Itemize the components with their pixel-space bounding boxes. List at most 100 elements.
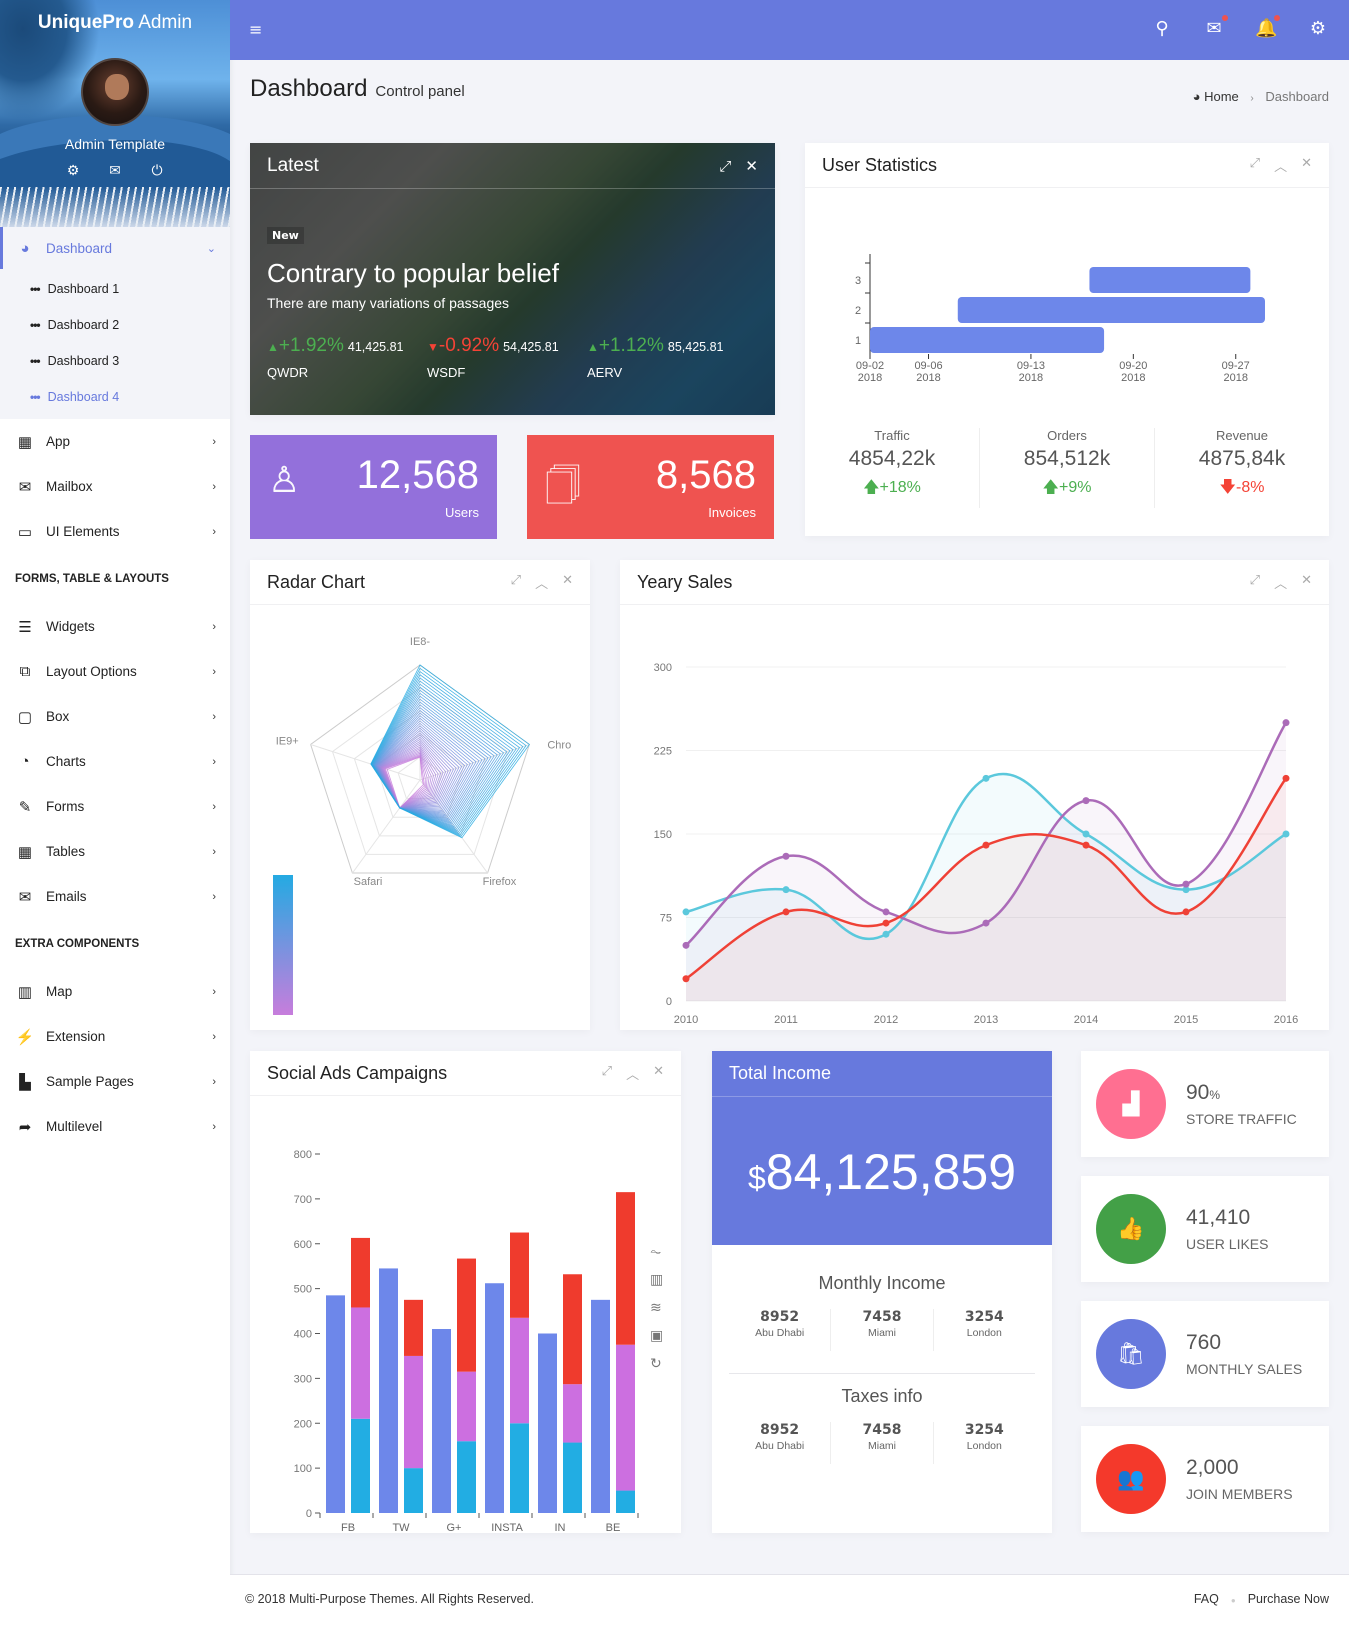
bell-icon[interactable]: 🔔	[1255, 15, 1280, 39]
sidebar-item-ui-elements[interactable]: ▭ UI Elements ›	[0, 509, 230, 554]
page-title: Dashboard	[250, 75, 368, 102]
avatar[interactable]	[81, 58, 149, 126]
separator-dot: ●	[1230, 1596, 1236, 1605]
yearly-sales-card: Yeary Sales ⤢ ︿ ✕ 0 75 150 225 300 2010 2011 20…	[620, 560, 1329, 1030]
sidebar-item-extension[interactable]: ⚡ Extension ›	[0, 1014, 230, 1059]
faq-link[interactable]: FAQ	[1194, 1592, 1219, 1606]
x-tick-label: 09-13 2018	[1017, 360, 1045, 384]
fullscreen-icon[interactable]: ⤢	[602, 1064, 612, 1083]
x-tick-label: 2015	[1174, 1014, 1198, 1026]
x-tick-label: 09-06 2018	[914, 360, 942, 384]
sidebar-item-map[interactable]: ▥ Map ›	[0, 969, 230, 1014]
info-box-join-members[interactable]: 👥 2,000 JOIN MEMBERS	[1081, 1426, 1329, 1532]
purchase-now-link[interactable]: Purchase Now	[1248, 1592, 1329, 1606]
stat-box-users[interactable]: ♙ 12,568 Users	[250, 435, 497, 539]
sidebar-subitem-dashboard-1[interactable]: ••• Dashboard 1	[0, 271, 230, 307]
stat-box-invoices[interactable]: 🗍 8,568 Invoices	[527, 435, 774, 539]
tiled-icon[interactable]: ▣	[650, 1327, 663, 1343]
menu-toggle-icon[interactable]: ≡	[249, 20, 262, 39]
sidebar-item-box[interactable]: ▢ Box ›	[0, 694, 230, 739]
sidebar-item-charts[interactable]: ◔ Charts ›	[0, 739, 230, 784]
sidebar-item-mailbox[interactable]: ✉ Mailbox ›	[0, 464, 230, 509]
city-name: Abu Dhabi	[755, 1440, 805, 1452]
sidebar-subitem-dashboard-4[interactable]: ••• Dashboard 4	[0, 379, 230, 415]
summary-label: Orders	[1047, 428, 1087, 443]
breadcrumb-home[interactable]: Home	[1204, 89, 1239, 104]
x-tick-label: FB	[341, 1522, 355, 1533]
sidebar-item-multilevel[interactable]: ➦ Multilevel ›	[0, 1104, 230, 1149]
point-red	[682, 975, 690, 983]
sidebar-item-dashboard[interactable]: ◕ Dashboard ⌄	[0, 227, 230, 269]
bar-chart-icon[interactable]: ▥	[650, 1271, 663, 1287]
chevron-right-icon: ›	[212, 480, 216, 493]
sidebar-subitem-dashboard-2[interactable]: ••• Dashboard 2	[0, 307, 230, 343]
sidebar-item-forms[interactable]: ✎ Forms ›	[0, 784, 230, 829]
radar-indicator-label: Chro	[547, 739, 571, 751]
collapse-icon[interactable]: ︿	[626, 1064, 639, 1083]
fullscreen-icon[interactable]: ⤢	[1250, 573, 1260, 592]
bar-stack-cyan	[351, 1418, 370, 1513]
bar-single	[538, 1333, 557, 1513]
close-icon[interactable]: ✕	[745, 157, 758, 175]
sidebar-item-sample-pages[interactable]: ▙ Sample Pages ›	[0, 1059, 230, 1104]
stack-icon[interactable]: ≋	[650, 1299, 662, 1315]
mail-icon[interactable]: ✉	[1203, 15, 1228, 39]
latest-headline: Contrary to popular belief	[267, 258, 559, 288]
sidebar-subitem-dashboard-3[interactable]: ••• Dashboard 3	[0, 343, 230, 379]
map-icon: ▥	[17, 983, 33, 1001]
bar-single	[591, 1299, 610, 1513]
summary-revenue: Revenue 4875,84k 🡇-8%	[1155, 428, 1329, 508]
close-icon[interactable]: ✕	[562, 573, 573, 592]
section-title: Taxes info	[841, 1386, 923, 1406]
ticker-value: 85,425.81	[667, 340, 724, 354]
info-box-store-traffic[interactable]: ▟ 90% STORE TRAFFIC	[1081, 1051, 1329, 1157]
card-header: Radar Chart ⤢ ︿ ✕	[250, 560, 590, 605]
info-box-monthly-sales[interactable]: 🛍 760 MONTHLY SALES	[1081, 1301, 1329, 1407]
thumbs-up-icon: 👍	[1117, 1216, 1145, 1242]
sidebar-item-layout-options[interactable]: ⧉ Layout Options ›	[0, 649, 230, 694]
search-icon[interactable]: ⚲	[1151, 18, 1173, 39]
brand-logo[interactable]: UniquePro Admin	[0, 12, 230, 34]
user-name[interactable]: Admin Template	[0, 136, 230, 152]
gear-icon[interactable]: ⚙	[65, 163, 81, 179]
breadcrumb: ◕ Home › Dashboard	[1193, 89, 1329, 104]
y-tick-label: 75	[660, 913, 672, 925]
summary-change: 🡇-8%	[1155, 476, 1329, 503]
range-bar-3	[1089, 267, 1251, 293]
collapse-icon[interactable]: ︿	[1274, 156, 1287, 175]
close-icon[interactable]: ✕	[653, 1064, 664, 1083]
mail-icon[interactable]: ✉	[107, 163, 123, 179]
restore-icon[interactable]: ↻	[650, 1355, 662, 1371]
sidebar-item-emails[interactable]: ✉ Emails ›	[0, 874, 230, 919]
settings-icon[interactable]: ⚙	[1307, 18, 1329, 39]
close-icon[interactable]: ✕	[1301, 156, 1312, 175]
chevron-right-icon: ›	[212, 710, 216, 723]
fullscreen-icon[interactable]: ⤢	[511, 573, 521, 592]
collapse-icon[interactable]: ︿	[1274, 573, 1287, 592]
sidebar-item-widgets[interactable]: ☰ Widgets ›	[0, 604, 230, 649]
card-title: Latest	[267, 154, 319, 176]
card-title: Yeary Sales	[637, 571, 733, 592]
info-label: USER LIKES	[1186, 1236, 1269, 1252]
info-label: JOIN MEMBERS	[1186, 1486, 1293, 1502]
fullscreen-icon[interactable]: ⤢	[1250, 156, 1260, 175]
fullscreen-icon[interactable]: ⤢	[719, 157, 731, 175]
visual-map-bar[interactable]	[273, 875, 293, 1015]
ticker-change: ▼-0.92%	[427, 335, 499, 356]
collapse-icon[interactable]: ︿	[535, 573, 548, 592]
point-red	[982, 841, 990, 849]
sidebar-item-label: Tables	[46, 844, 86, 859]
income-city: 7458 Miami	[831, 1309, 934, 1351]
point-purple	[782, 852, 790, 860]
info-box-user-likes[interactable]: 👍 41,410 USER LIKES	[1081, 1176, 1329, 1282]
sidebar-item-label: Extension	[46, 1029, 106, 1044]
close-icon[interactable]: ✕	[1301, 573, 1312, 592]
line-chart-icon[interactable]: ⏦	[650, 1243, 661, 1259]
arrow-down-icon: 🡇	[1219, 479, 1236, 496]
chevron-right-icon: ›	[212, 1120, 216, 1133]
bar-stack-purple	[563, 1384, 582, 1443]
sidebar-item-tables[interactable]: ▦ Tables ›	[0, 829, 230, 874]
power-icon[interactable]: ⏻	[149, 163, 165, 179]
x-tick-label: TW	[392, 1522, 410, 1533]
sidebar-item-app[interactable]: ▦ App ›	[0, 419, 230, 464]
